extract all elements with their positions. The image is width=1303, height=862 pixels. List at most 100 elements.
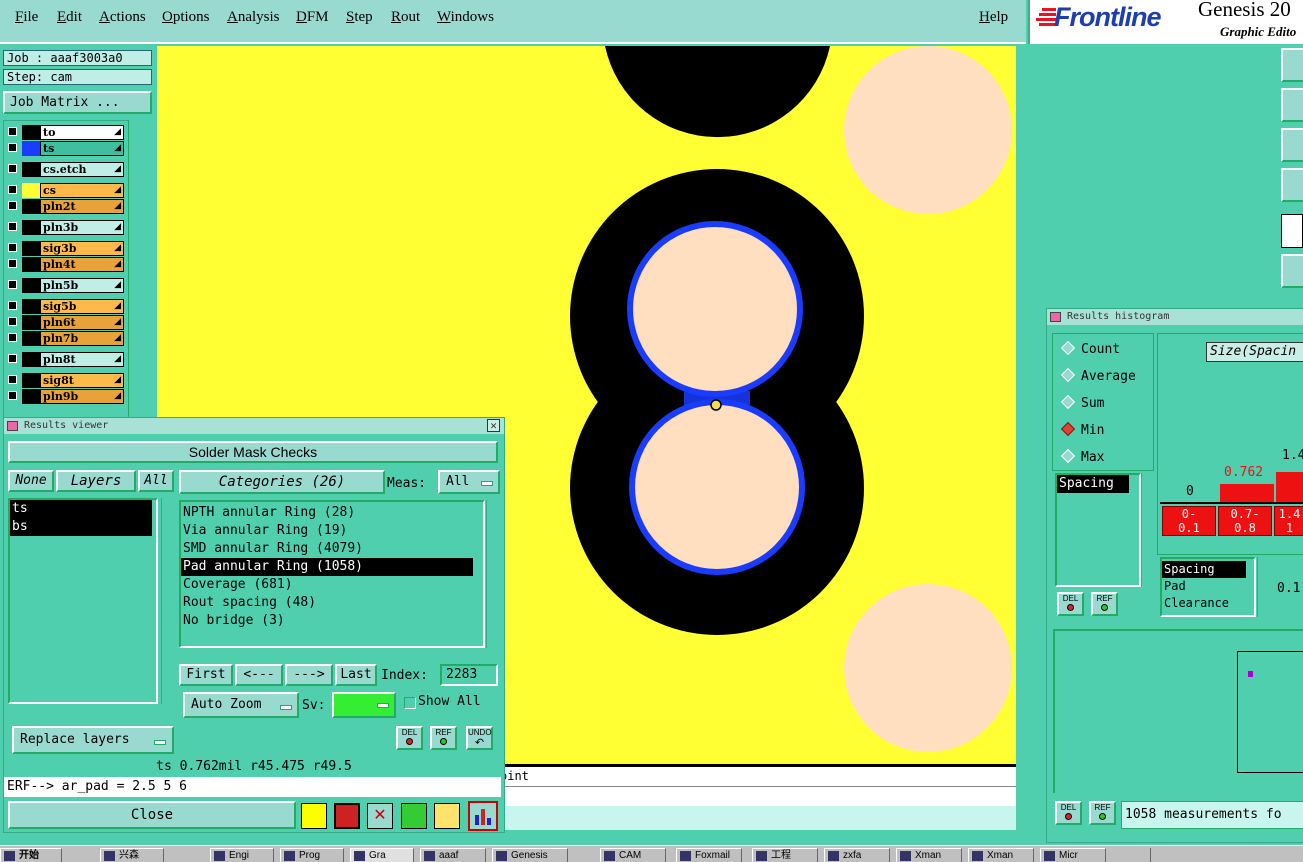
layer-color-swatch[interactable] (22, 331, 40, 346)
bin-label[interactable]: 0- 0.1 (1162, 506, 1216, 536)
categories-vscroll[interactable] (486, 500, 499, 648)
layer-name[interactable]: cs ◢ (40, 183, 124, 198)
layer-name[interactable]: pln8t ◢ (40, 352, 124, 367)
layer-checkbox[interactable] (8, 127, 17, 136)
categories-hscroll[interactable] (179, 650, 485, 660)
layer-color-swatch[interactable] (22, 220, 40, 235)
layer-name[interactable]: pln2t ◢ (40, 199, 124, 214)
taskbar-item[interactable]: CAM (600, 848, 666, 862)
results-viewer-titlebar[interactable]: Results viewer ✕ (4, 418, 504, 434)
layer-row-ts[interactable]: ts ◢ (6, 141, 124, 156)
taskbar-item[interactable]: Xman (896, 848, 962, 862)
layer-row-pln5b[interactable]: pln5b ◢ (6, 278, 124, 293)
mode-min-radio[interactable]: Min (1060, 421, 1104, 438)
layer-color-swatch[interactable] (22, 389, 40, 404)
attribute-item[interactable]: Pad (1162, 578, 1254, 595)
highlight-tool-icon[interactable] (301, 803, 327, 829)
first-button[interactable]: First (179, 664, 233, 686)
menu-dfm[interactable]: DFM (296, 9, 329, 26)
taskbar-item[interactable]: Genesis (492, 848, 568, 862)
stop-tool-icon[interactable] (334, 803, 360, 829)
layer-checkbox[interactable] (8, 201, 17, 210)
histogram-item-list[interactable]: Spacing (1055, 473, 1141, 587)
layer-row-to[interactable]: to ◢ (6, 125, 124, 140)
layer-row-cs.etch[interactable]: cs.etch ◢ (6, 162, 124, 177)
close-button[interactable]: Close (8, 801, 296, 829)
violation-marker[interactable] (710, 399, 722, 411)
layer-row-cs[interactable]: cs ◢ (6, 183, 124, 198)
layer-color-swatch[interactable] (22, 183, 40, 198)
results-histogram-titlebar[interactable]: Results histogram (1047, 309, 1303, 325)
tool-move-icon[interactable] (1281, 88, 1303, 122)
layer-name[interactable]: sig8t ◢ (40, 373, 124, 388)
hist-del-button[interactable]: DEL (1057, 592, 1084, 616)
hist-ref-button[interactable]: REF (1091, 592, 1118, 616)
layer-row-pln6t[interactable]: pln6t ◢ (6, 315, 124, 330)
histogram-hscroll[interactable] (1162, 542, 1303, 552)
histogram-bar[interactable] (1220, 484, 1274, 502)
menu-options[interactable]: Options (162, 9, 210, 26)
category-item[interactable]: Coverage (681) (181, 576, 483, 594)
map-del-button[interactable]: DEL (1055, 801, 1082, 825)
layer-results-vscroll[interactable] (161, 498, 174, 704)
layer-color-swatch[interactable] (22, 299, 40, 314)
layer-row-pln2t[interactable]: pln2t ◢ (6, 199, 124, 214)
layer-row-sig3b[interactable]: sig3b ◢ (6, 241, 124, 256)
sequence-tool-icon[interactable] (401, 803, 427, 829)
layer-checkbox[interactable] (8, 333, 17, 342)
layer-color-swatch[interactable] (22, 352, 40, 367)
solder-mask-checks-heading[interactable]: Solder Mask Checks (8, 441, 498, 463)
report-tool-icon[interactable] (434, 803, 460, 829)
layer-name[interactable]: pln3b ◢ (40, 220, 124, 235)
layer-row-sig8t[interactable]: sig8t ◢ (6, 373, 124, 388)
undo-button[interactable]: UNDO ↶ (466, 726, 493, 750)
command-line[interactable] (500, 786, 1016, 807)
category-item[interactable]: No bridge (3) (181, 612, 483, 630)
menu-file[interactable]: File (15, 9, 38, 26)
layer-row-sig5b[interactable]: sig5b ◢ (6, 299, 124, 314)
mode-average-radio[interactable]: Average (1060, 367, 1136, 384)
layer-name[interactable]: sig5b ◢ (40, 299, 124, 314)
last-button[interactable]: Last (335, 664, 377, 686)
layer-list-scrollbar[interactable] (128, 120, 155, 416)
taskbar-item[interactable]: zxfa (824, 848, 890, 862)
bin-label[interactable]: 1.4 1 (1274, 506, 1303, 536)
layer-color-swatch[interactable] (22, 162, 40, 177)
categories-button[interactable]: Categories (26) (179, 470, 385, 494)
layers-button[interactable]: Layers (56, 470, 136, 492)
layer-row-pln4t[interactable]: pln4t ◢ (6, 257, 124, 272)
layer-checkbox[interactable] (8, 143, 17, 152)
tool-select-icon[interactable] (1281, 214, 1303, 248)
layer-checkbox[interactable] (8, 301, 17, 310)
attribute-item[interactable]: Spacing (1162, 561, 1246, 578)
index-input[interactable]: 2283 (440, 664, 498, 686)
tool-snap-icon[interactable] (1281, 168, 1303, 202)
menu-windows[interactable]: Windows (437, 9, 494, 26)
layer-row-pln8t[interactable]: pln8t ◢ (6, 352, 124, 367)
pad-top[interactable] (627, 221, 803, 397)
layer-name[interactable]: ts ◢ (40, 141, 124, 156)
layer-results-hscroll[interactable] (8, 710, 158, 720)
layer-name[interactable]: pln9b ◢ (40, 389, 124, 404)
replace-layers-select[interactable]: Replace layers (12, 726, 174, 754)
layer-checkbox[interactable] (8, 375, 17, 384)
layer-checkbox[interactable] (8, 259, 17, 268)
next-button[interactable]: ---> (285, 664, 333, 686)
categories-list[interactable]: NPTH annular Ring (28) Via annular Ring … (179, 500, 485, 648)
ref-button[interactable]: REF (430, 726, 457, 750)
tool-net-icon[interactable] (1281, 254, 1303, 288)
layers-all-button[interactable]: All (138, 470, 174, 492)
taskbar-item[interactable]: Micr (1040, 848, 1106, 862)
layer-checkbox[interactable] (8, 185, 17, 194)
tool-measure-icon[interactable] (1281, 128, 1303, 162)
layer-name[interactable]: cs.etch ◢ (40, 162, 124, 177)
sv-color-select[interactable] (332, 692, 396, 718)
layer-results-list[interactable]: ts bs (8, 498, 158, 704)
layer-checkbox[interactable] (8, 354, 17, 363)
layer-color-swatch[interactable] (22, 257, 40, 272)
show-all-checkbox[interactable] (404, 697, 416, 709)
job-matrix-button[interactable]: Job Matrix ... (3, 91, 152, 114)
layer-checkbox[interactable] (8, 243, 17, 252)
menu-help[interactable]: Help (979, 9, 1008, 26)
del-button[interactable]: DEL (396, 726, 423, 750)
